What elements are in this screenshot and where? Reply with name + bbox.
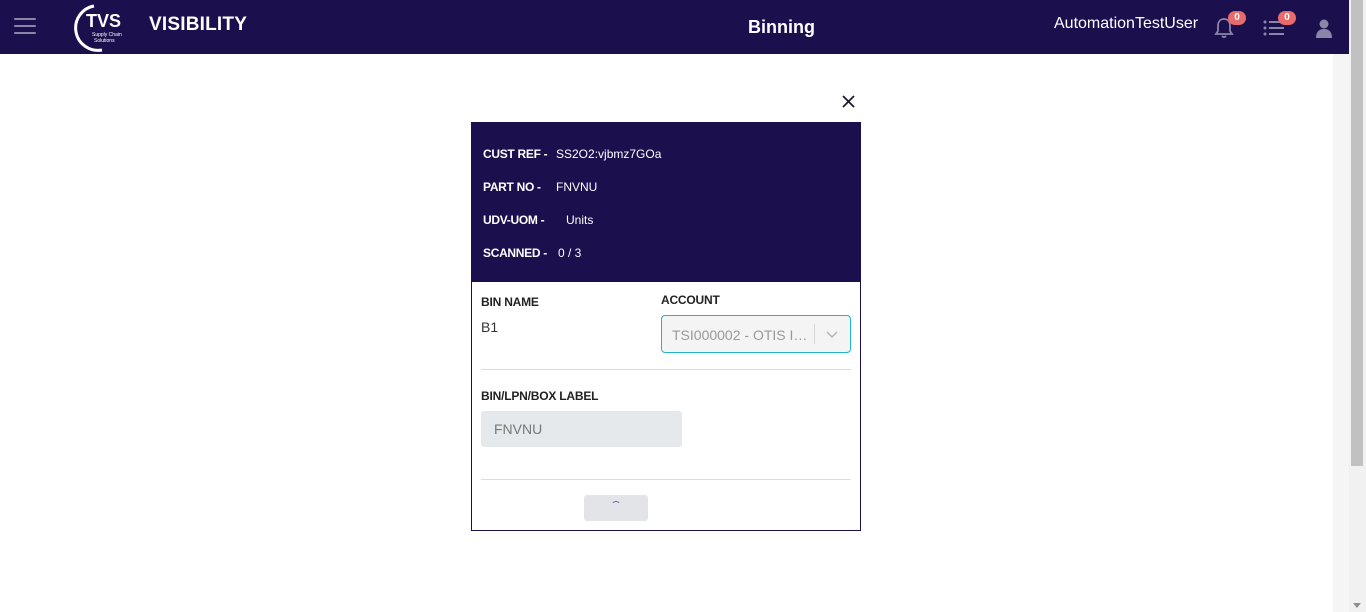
top-nav-bar: TVS Supply Chain Solutions VISIBILITY Bi…: [0, 0, 1366, 54]
scanned-label: SCANNED -: [483, 246, 547, 260]
user-profile-button[interactable]: [1312, 14, 1340, 42]
divider: [481, 479, 851, 480]
account-label: ACCOUNT: [661, 293, 720, 307]
svg-text:TVS: TVS: [86, 11, 121, 31]
submit-button[interactable]: [584, 495, 648, 521]
scrollbar-thumb[interactable]: [1351, 0, 1363, 466]
page-title: Binning: [748, 17, 815, 37]
divider: [481, 369, 851, 370]
uom-value: Units: [566, 213, 594, 227]
scanned-row: SCANNED - 0 / 3: [483, 246, 581, 260]
bin-lpn-box-label-input[interactable]: FNVNU: [481, 411, 682, 447]
username-label[interactable]: AutomationTestUser: [1054, 15, 1198, 33]
binning-info-panel: CUST REF - SS2O2:vjbmz7GOa PART NO - FNV…: [472, 123, 860, 282]
cust-ref-row: CUST REF - SS2O2:vjbmz7GOa: [483, 147, 661, 161]
part-no-value: FNVNU: [556, 180, 598, 194]
bin-name-value: B1: [481, 319, 499, 335]
close-button[interactable]: [840, 93, 857, 110]
notifications-button[interactable]: 0: [1212, 11, 1246, 42]
scanned-value: 0 / 3: [558, 246, 582, 260]
brand-name: VISIBILITY: [149, 14, 248, 35]
menu-icon[interactable]: [14, 18, 36, 36]
bin-lpn-box-label-label: BIN/LPN/BOX LABEL: [481, 389, 599, 403]
part-no-row: PART NO - FNVNU: [483, 180, 597, 194]
notifications-badge: 0: [1228, 11, 1246, 25]
cust-ref-value: SS2O2:vjbmz7GOa: [556, 147, 662, 161]
chevron-down-icon[interactable]: [825, 327, 839, 341]
vertical-scrollbar[interactable]: [1349, 0, 1366, 612]
tasks-button[interactable]: 0: [1262, 11, 1296, 42]
account-select-value: TSI000002 - OTIS IN...: [672, 327, 812, 343]
loading-spinner-icon: [611, 501, 621, 511]
uom-label: UDV-UOM -: [483, 213, 545, 227]
part-no-label: PART NO -: [483, 180, 541, 194]
cust-ref-label: CUST REF -: [483, 147, 548, 161]
page-edge: [1333, 54, 1349, 612]
account-select[interactable]: TSI000002 - OTIS IN...: [661, 315, 851, 353]
binning-modal: CUST REF - SS2O2:vjbmz7GOa PART NO - FNV…: [471, 122, 861, 531]
uom-row: UDV-UOM - Units: [483, 213, 593, 227]
tvs-logo: TVS Supply Chain Solutions: [74, 4, 122, 52]
close-icon: [842, 95, 855, 108]
tasks-badge: 0: [1278, 11, 1296, 25]
user-icon: [1316, 19, 1332, 38]
scroll-down-arrow-icon[interactable]: [1353, 603, 1361, 608]
bin-name-label: BIN NAME: [481, 295, 539, 309]
svg-text:Solutions: Solutions: [94, 38, 115, 44]
select-separator: [814, 324, 815, 344]
